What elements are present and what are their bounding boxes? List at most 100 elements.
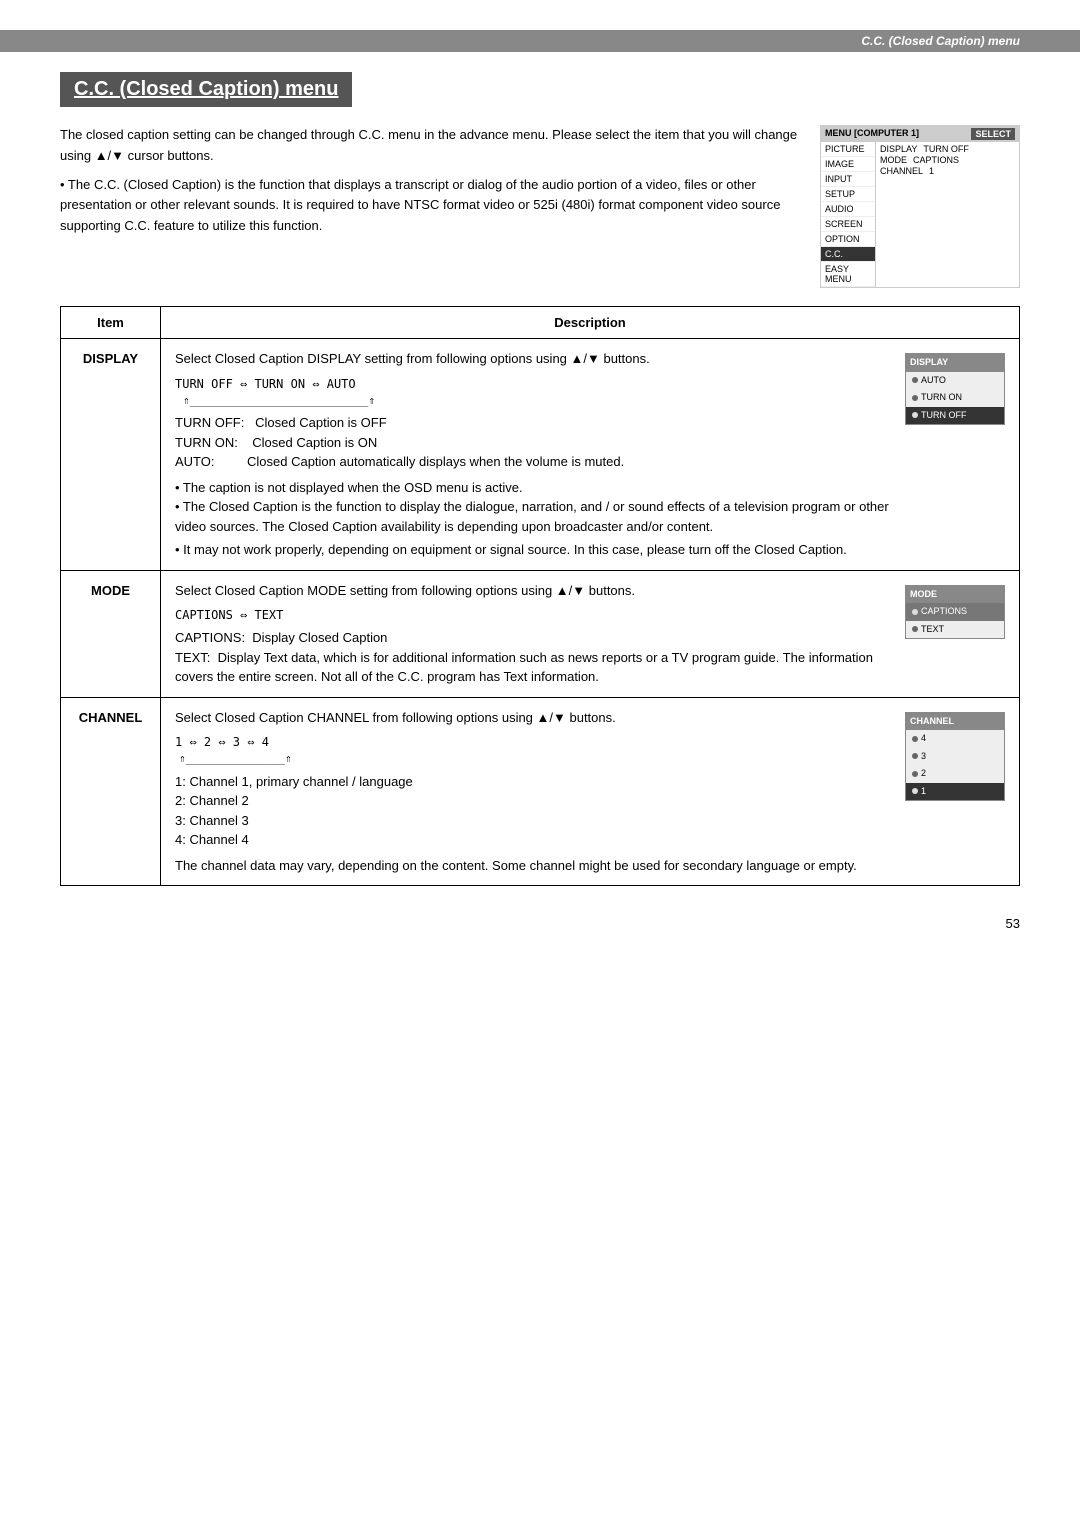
table-row-display: DISPLAY Select Closed Caption DISPLAY se… — [61, 339, 1020, 571]
menu-mockup: MENU [COMPUTER 1] SELECT PICTURE IMAGE I… — [820, 125, 1020, 288]
menu-right-row-3: CHANNEL 1 — [880, 166, 1015, 176]
channel-3: 3: Channel 3 — [175, 811, 895, 831]
menu-item-easymenu: EASY MENU — [821, 262, 875, 287]
mode-captions: CAPTIONS: Display Closed Caption — [175, 628, 895, 648]
channel-popup: CHANNEL 4 3 2 — [905, 712, 1005, 802]
menu-item-image: IMAGE — [821, 157, 875, 172]
channel-note: The channel data may vary, depending on … — [175, 856, 895, 876]
menu-right-mode-val: CAPTIONS — [913, 155, 959, 165]
channel-2-label: 2 — [921, 767, 926, 781]
display-arrows: TURN OFF ⇔ TURN ON ⇔ AUTO — [175, 375, 895, 393]
menu-item-input: INPUT — [821, 172, 875, 187]
channel-3-dot — [912, 753, 918, 759]
intro-section: The closed caption setting can be change… — [60, 125, 1020, 288]
select-btn: SELECT — [971, 128, 1015, 140]
menu-right-display-label: DISPLAY — [880, 144, 917, 154]
menu-item-audio: AUDIO — [821, 202, 875, 217]
menu-right-mode-label: MODE — [880, 155, 907, 165]
channel-4: 4: Channel 4 — [175, 830, 895, 850]
channel-desc-inner: Select Closed Caption CHANNEL from follo… — [175, 708, 1005, 876]
display-popup-auto: AUTO — [906, 372, 1004, 390]
channel-desc-text: Select Closed Caption CHANNEL from follo… — [175, 708, 895, 876]
channel-item-label: CHANNEL — [61, 697, 161, 886]
menu-title: MENU [COMPUTER 1] — [825, 128, 919, 140]
menu-item-setup: SETUP — [821, 187, 875, 202]
display-arrow-back: ⇑___________________________⇑ — [183, 393, 895, 410]
channel-1-dot — [912, 788, 918, 794]
mode-text-dot — [912, 626, 918, 632]
mode-line1: Select Closed Caption MODE setting from … — [175, 581, 895, 601]
col-desc-header: Description — [161, 307, 1020, 339]
mode-popup-captions: CAPTIONS — [906, 603, 1004, 621]
main-table: Item Description DISPLAY Select Closed C… — [60, 306, 1020, 886]
display-note3: • It may not work properly, depending on… — [175, 540, 895, 560]
menu-item-screen: SCREEN — [821, 217, 875, 232]
mode-captions-dot — [912, 609, 918, 615]
menu-right-col: DISPLAY TURN OFF MODE CAPTIONS CHANNEL 1 — [876, 142, 1019, 287]
display-auto-label: AUTO — [921, 374, 946, 388]
display-popup-header: DISPLAY — [906, 354, 1004, 372]
page-header: C.C. (Closed Caption) menu — [0, 30, 1080, 52]
display-turnon-dot — [912, 395, 918, 401]
mode-arrows: CAPTIONS ⇔ TEXT — [175, 606, 895, 624]
display-desc-inner: Select Closed Caption DISPLAY setting fr… — [175, 349, 1005, 560]
display-item-label: DISPLAY — [61, 339, 161, 571]
channel-4-label: 4 — [921, 732, 926, 746]
display-auto-dot — [912, 377, 918, 383]
menu-right-channel-val: 1 — [929, 166, 934, 176]
page-num-text: 53 — [1006, 916, 1020, 931]
mode-popup-text: TEXT — [906, 621, 1004, 639]
mode-text: TEXT: Display Text data, which is for ad… — [175, 648, 895, 687]
mode-text-label: TEXT — [921, 623, 944, 637]
channel-1: 1: Channel 1, primary channel / language — [175, 772, 895, 792]
channel-popup-4: 4 — [906, 730, 1004, 748]
header-text: C.C. (Closed Caption) menu — [861, 34, 1020, 48]
menu-mockup-body: PICTURE IMAGE INPUT SETUP AUDIO SCREEN O… — [821, 142, 1019, 287]
mode-desc-text: Select Closed Caption MODE setting from … — [175, 581, 895, 687]
mode-captions-label: CAPTIONS — [921, 605, 967, 619]
channel-2-dot — [912, 771, 918, 777]
channel-arrow-back: ⇑_______________⇑ — [179, 751, 895, 768]
channel-1-label: 1 — [921, 785, 926, 799]
display-line1: Select Closed Caption DISPLAY setting fr… — [175, 349, 895, 369]
menu-right-row-2: MODE CAPTIONS — [880, 155, 1015, 165]
channel-popup-3: 3 — [906, 748, 1004, 766]
menu-right-row-1: DISPLAY TURN OFF — [880, 144, 1015, 154]
col-item-header: Item — [61, 307, 161, 339]
channel-4-dot — [912, 736, 918, 742]
mode-popup-header: MODE — [906, 586, 1004, 604]
channel-3-label: 3 — [921, 750, 926, 764]
display-popup-turnon: TURN ON — [906, 389, 1004, 407]
menu-item-cc: C.C. — [821, 247, 875, 262]
channel-desc-cell: Select Closed Caption CHANNEL from follo… — [161, 697, 1020, 886]
intro-text: The closed caption setting can be change… — [60, 125, 800, 288]
display-desc-text: Select Closed Caption DISPLAY setting fr… — [175, 349, 895, 560]
table-row-mode: MODE Select Closed Caption MODE setting … — [61, 570, 1020, 697]
display-turnon-label: TURN ON — [921, 391, 962, 405]
channel-arrows: 1 ⇔ 2 ⇔ 3 ⇔ 4 — [175, 733, 895, 751]
channel-popup-1: 1 — [906, 783, 1004, 801]
display-note2: • The Closed Caption is the function to … — [175, 497, 895, 536]
mode-popup: MODE CAPTIONS TEXT — [905, 585, 1005, 640]
menu-right-display-val: TURN OFF — [923, 144, 969, 154]
menu-item-option: OPTION — [821, 232, 875, 247]
menu-left-col: PICTURE IMAGE INPUT SETUP AUDIO SCREEN O… — [821, 142, 876, 287]
display-popup: DISPLAY AUTO TURN ON TURN — [905, 353, 1005, 425]
mode-desc-inner: Select Closed Caption MODE setting from … — [175, 581, 1005, 687]
display-auto: AUTO: Closed Caption automatically displ… — [175, 452, 895, 472]
intro-para2: • The C.C. (Closed Caption) is the funct… — [60, 175, 800, 237]
table-row-channel: CHANNEL Select Closed Caption CHANNEL fr… — [61, 697, 1020, 886]
channel-line1: Select Closed Caption CHANNEL from follo… — [175, 708, 895, 728]
menu-mockup-header: MENU [COMPUTER 1] SELECT — [821, 126, 1019, 142]
display-desc-cell: Select Closed Caption DISPLAY setting fr… — [161, 339, 1020, 571]
page-title: C.C. (Closed Caption) menu — [74, 78, 338, 101]
page-number: 53 — [60, 916, 1020, 931]
channel-2: 2: Channel 2 — [175, 791, 895, 811]
intro-para1: The closed caption setting can be change… — [60, 125, 800, 167]
display-turnoff-dot — [912, 412, 918, 418]
menu-item-picture: PICTURE — [821, 142, 875, 157]
display-turnon: TURN ON: Closed Caption is ON — [175, 433, 895, 453]
display-turnoff-label: TURN OFF — [921, 409, 967, 423]
menu-right-channel-label: CHANNEL — [880, 166, 923, 176]
display-note1: • The caption is not displayed when the … — [175, 478, 895, 498]
